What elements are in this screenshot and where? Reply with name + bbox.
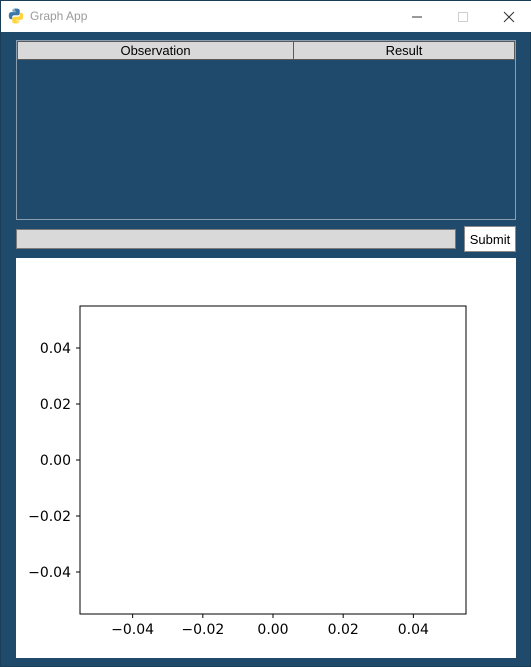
results-table[interactable]: Observation Result [16, 40, 516, 220]
x-tick-label: −0.02 [181, 622, 224, 638]
y-tick-label: 0.00 [40, 453, 71, 469]
close-icon [503, 11, 515, 22]
title-bar[interactable]: Graph App [1, 1, 531, 32]
x-tick-label: 0.02 [328, 622, 359, 638]
minimize-button[interactable] [394, 1, 440, 32]
column-header-result[interactable]: Result [294, 41, 515, 60]
python-icon [8, 8, 24, 24]
chart: −0.04 −0.02 0.00 0.02 0.04 0.04 0.02 0.00 −0.02 −… [28, 305, 467, 638]
x-tick-label: −0.04 [111, 622, 154, 638]
close-button[interactable] [486, 1, 531, 32]
y-tick-label: −0.02 [28, 509, 71, 525]
column-header-observation[interactable]: Observation [17, 41, 294, 60]
y-tick-label: 0.04 [40, 341, 71, 357]
y-tick-label: 0.02 [40, 397, 71, 413]
table-header: Observation Result [17, 41, 515, 60]
app-window: Graph App Observation Result Submit −0.0… [0, 0, 531, 667]
plot-canvas: −0.04 −0.02 0.00 0.02 0.04 0.04 0.02 0.00 −0.02 −… [16, 258, 516, 658]
minimize-icon [412, 16, 422, 17]
maximize-button[interactable] [440, 1, 486, 32]
x-tick-label: 0.00 [257, 622, 288, 638]
axes-frame [79, 305, 467, 615]
maximize-icon [458, 11, 468, 22]
window-title: Graph App [30, 9, 88, 23]
y-tick-label: −0.04 [28, 565, 71, 581]
x-tick-label: 0.04 [398, 622, 429, 638]
observation-input[interactable] [16, 229, 456, 249]
submit-button[interactable]: Submit [464, 226, 516, 252]
